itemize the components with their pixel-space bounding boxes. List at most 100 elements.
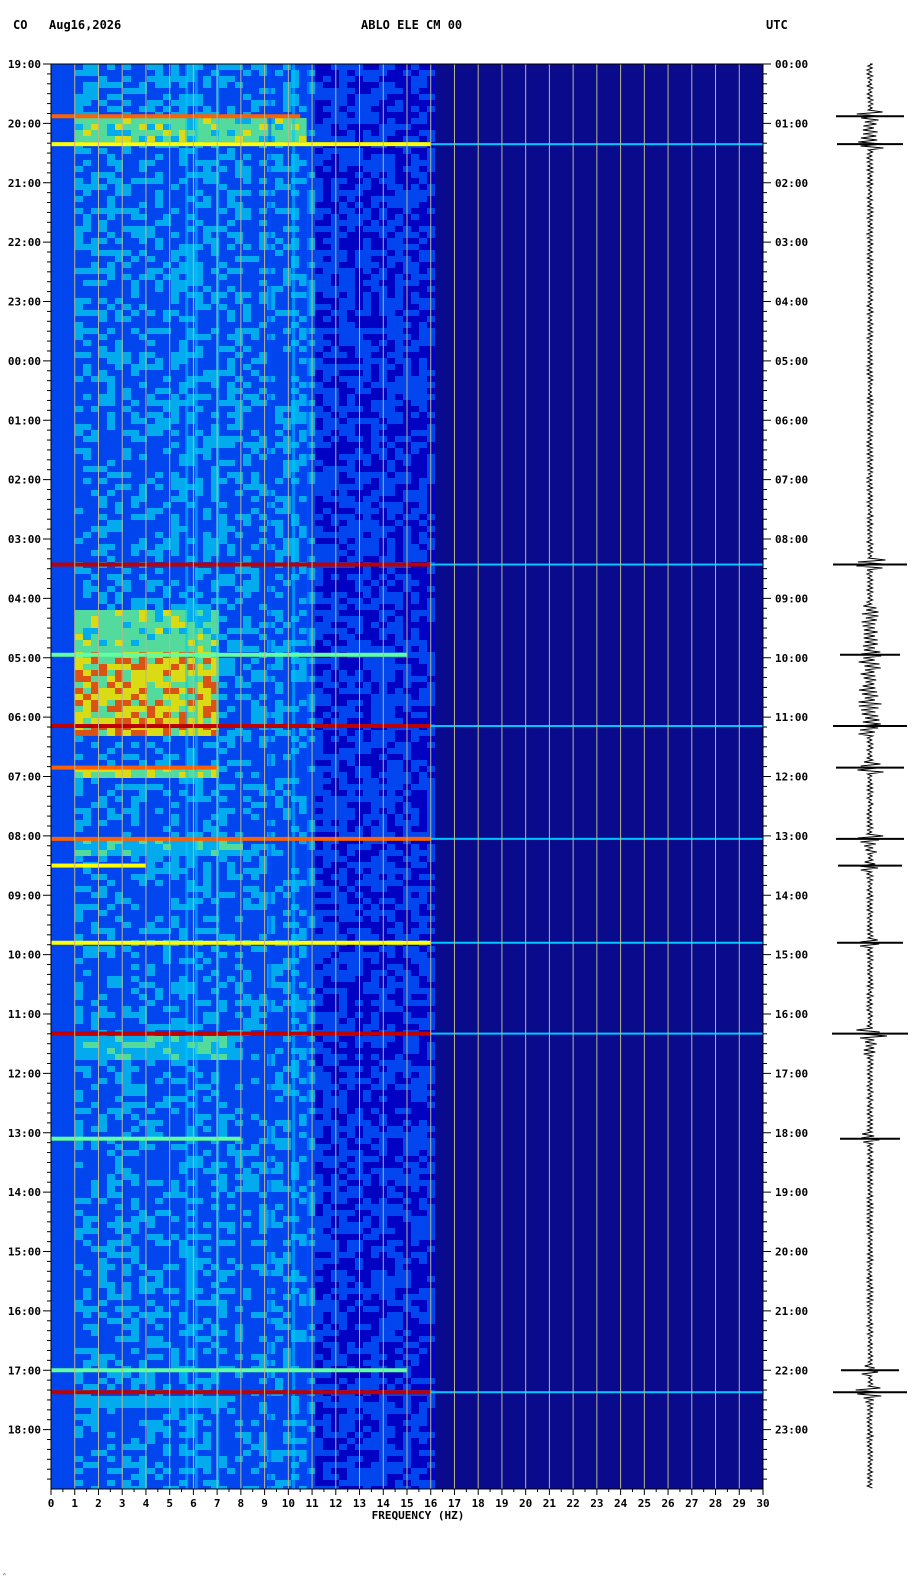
heat-cell	[419, 646, 427, 652]
heat-cell	[363, 376, 371, 382]
heat-cell	[339, 118, 347, 124]
heat-cell	[323, 322, 331, 328]
heat-cell	[275, 184, 283, 190]
heat-cell	[275, 670, 283, 676]
heat-cell	[99, 70, 107, 76]
heat-cell	[171, 370, 179, 376]
heat-cell	[275, 76, 283, 82]
heat-cell	[107, 256, 115, 262]
heat-cell	[83, 388, 91, 394]
heat-cell	[419, 466, 427, 472]
heat-cell	[59, 100, 67, 106]
heat-cell	[339, 214, 347, 220]
heat-cell	[419, 376, 427, 382]
heat-cell	[347, 244, 355, 250]
heat-cell	[123, 448, 131, 454]
heat-cell	[243, 178, 251, 184]
heat-cell	[91, 238, 99, 244]
heat-cell	[387, 532, 395, 538]
heat-cell	[91, 538, 99, 544]
heat-cell	[275, 160, 283, 166]
heat-cell	[347, 100, 355, 106]
heat-cell	[419, 364, 427, 370]
heat-cell	[315, 556, 323, 562]
heat-cell	[59, 676, 67, 682]
heat-cell	[323, 310, 331, 316]
heat-cell	[347, 418, 355, 424]
heat-cell	[67, 508, 75, 514]
heat-cell	[283, 442, 291, 448]
heat-cell	[99, 394, 107, 400]
heat-cell	[339, 322, 347, 328]
heat-cell	[371, 592, 379, 598]
heat-cell	[131, 238, 139, 244]
heat-cell	[203, 394, 211, 400]
heat-cell	[419, 484, 427, 490]
heat-cell	[419, 214, 427, 220]
heat-cell	[315, 292, 323, 298]
heat-cell	[227, 214, 235, 220]
heat-cell	[371, 226, 379, 232]
heat-cell	[171, 520, 179, 526]
heat-cell	[331, 664, 339, 670]
heat-cell	[91, 262, 99, 268]
heat-cell	[363, 418, 371, 424]
heat-cell	[243, 352, 251, 358]
heat-cell	[363, 82, 371, 88]
heat-cell	[147, 94, 155, 100]
heat-cell	[147, 160, 155, 166]
heat-cell	[419, 262, 427, 268]
heat-cell	[259, 502, 267, 508]
heat-cell	[123, 388, 131, 394]
heat-cell	[371, 160, 379, 166]
heat-cell	[371, 64, 379, 70]
heat-cell	[203, 208, 211, 214]
heat-cell	[99, 502, 107, 508]
heat-cell	[83, 670, 91, 676]
heat-cell	[419, 388, 427, 394]
heat-cell	[259, 412, 267, 418]
heat-cell	[251, 394, 259, 400]
heat-cell	[251, 622, 259, 628]
heat-cell	[75, 286, 83, 292]
heat-cell	[51, 592, 59, 598]
heat-cell	[387, 520, 395, 526]
heat-cell	[395, 658, 403, 664]
heat-cell	[259, 682, 267, 688]
heat-cell	[411, 256, 419, 262]
heat-cell	[219, 220, 227, 226]
heat-cell	[99, 550, 107, 556]
heat-cell	[51, 88, 59, 94]
heat-cell	[155, 412, 163, 418]
heat-cell	[259, 658, 267, 664]
heat-cell	[235, 508, 243, 514]
heat-cell	[299, 244, 307, 250]
heat-cell	[219, 322, 227, 328]
heat-cell	[235, 544, 243, 550]
heat-cell	[411, 340, 419, 346]
heat-cell	[395, 496, 403, 502]
heat-cell	[147, 658, 155, 664]
heat-cell	[75, 496, 83, 502]
heat-cell	[251, 544, 259, 550]
heat-cell	[323, 238, 331, 244]
heat-cell	[355, 400, 363, 406]
heat-cell	[283, 346, 291, 352]
heat-cell	[75, 424, 83, 430]
heat-cell	[59, 214, 67, 220]
heat-cell	[299, 568, 307, 574]
heat-cell	[259, 334, 267, 340]
heat-cell	[323, 214, 331, 220]
heat-cell	[411, 160, 419, 166]
heat-cell	[203, 646, 211, 652]
heat-cell	[347, 154, 355, 160]
heat-cell	[315, 226, 323, 232]
heat-cell	[419, 346, 427, 352]
heat-cell	[251, 346, 259, 352]
heat-cell	[243, 262, 251, 268]
heat-cell	[259, 364, 267, 370]
heat-cell	[131, 634, 139, 640]
heat-cell	[251, 400, 259, 406]
heat-cell	[147, 508, 155, 514]
heat-cell	[171, 544, 179, 550]
